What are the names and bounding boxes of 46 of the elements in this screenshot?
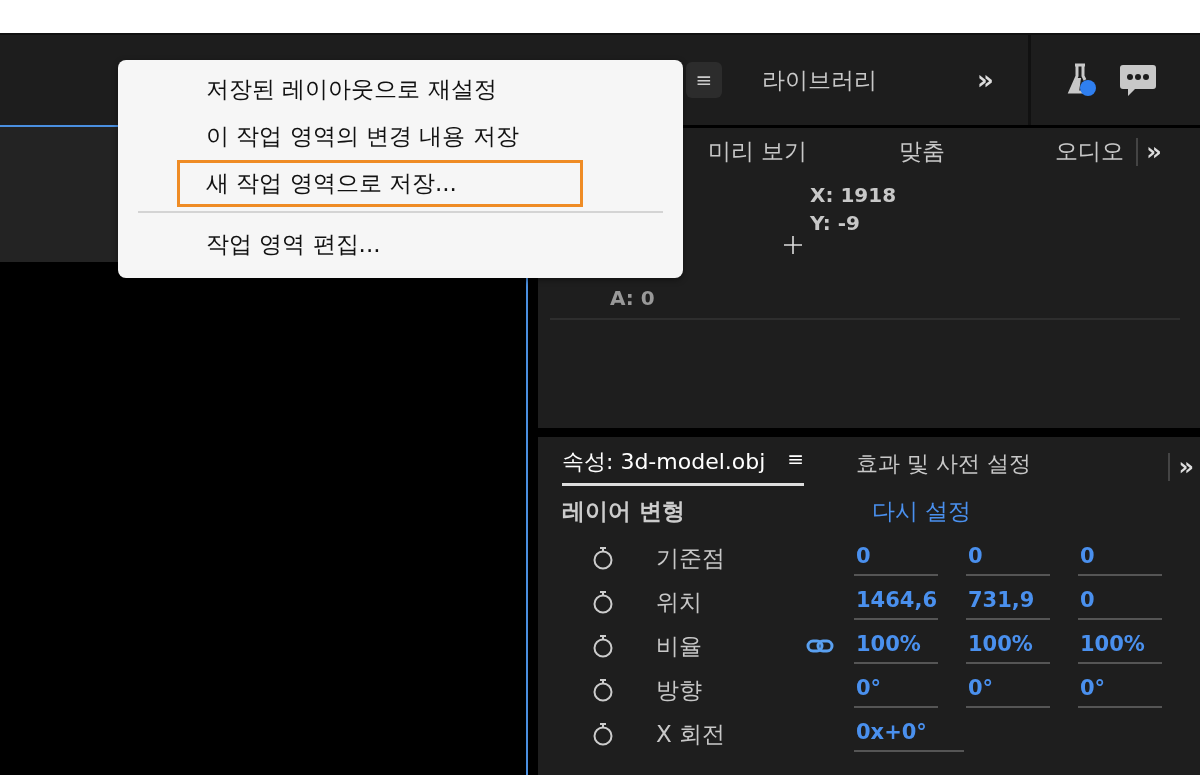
panel-tab[interactable]: 효과 및 사전 설정: [856, 448, 1032, 485]
menu-item[interactable]: 작업 영역 편집...: [177, 221, 583, 268]
section-title: 레이어 변형: [562, 496, 686, 526]
property-label: 위치: [656, 587, 703, 617]
stopwatch-icon[interactable]: [592, 722, 614, 746]
value-field[interactable]: 100%: [1078, 628, 1162, 664]
stopwatch-icon[interactable]: [592, 546, 614, 570]
value-field[interactable]: 0x+0°: [854, 716, 964, 752]
panel-tab[interactable]: 속성: 3d-model.obj ≡: [562, 447, 805, 486]
property-label: 기준점: [656, 543, 726, 573]
value-field[interactable]: 0°: [854, 672, 938, 708]
chat-icon[interactable]: [1118, 63, 1157, 97]
value-field[interactable]: 100%: [854, 628, 938, 664]
value-field[interactable]: 1464,6: [854, 584, 938, 620]
menu-button[interactable]: ≡: [686, 62, 722, 98]
property-label: X 회전: [656, 719, 727, 749]
property-label: 비율: [656, 631, 703, 661]
stopwatch-icon[interactable]: [592, 678, 614, 702]
workspace-tab[interactable]: 라이브러리: [762, 64, 877, 96]
menu-item[interactable]: 저장된 레이아웃으로 재설정: [177, 66, 583, 113]
value-field[interactable]: 0: [966, 540, 1050, 576]
overflow-button[interactable]: »: [1168, 452, 1194, 481]
panel-tab[interactable]: 오디오: [1055, 136, 1125, 167]
alpha-readout: A: 0: [610, 285, 655, 312]
value-field[interactable]: 0: [1078, 540, 1162, 576]
reset-link[interactable]: 다시 설정: [872, 495, 972, 527]
value-field[interactable]: 0°: [966, 672, 1050, 708]
value-field[interactable]: 0: [1078, 584, 1162, 620]
value-field[interactable]: 731,9: [966, 584, 1050, 620]
panel-tab[interactable]: 미리 보기: [708, 136, 808, 167]
link-icon[interactable]: [806, 639, 834, 653]
overflow-button[interactable]: »: [977, 65, 994, 95]
stopwatch-icon[interactable]: [592, 590, 614, 614]
crosshair-icon: [783, 235, 803, 255]
flask-icon[interactable]: [1066, 63, 1097, 97]
value-field[interactable]: 0: [854, 540, 938, 576]
menu-item[interactable]: 새 작업 영역으로 저장...: [177, 160, 583, 207]
stopwatch-icon[interactable]: [592, 634, 614, 658]
value-field[interactable]: 100%: [966, 628, 1050, 664]
y-readout: Y: -9: [810, 210, 861, 237]
x-readout: X: 1918: [810, 182, 898, 209]
overflow-button[interactable]: »: [1136, 137, 1162, 166]
menu-item[interactable]: 이 작업 영역의 변경 내용 저장: [177, 113, 583, 160]
property-label: 방향: [656, 675, 703, 705]
panel-tab[interactable]: 맞춤: [899, 136, 946, 167]
value-field[interactable]: 0°: [1078, 672, 1162, 708]
